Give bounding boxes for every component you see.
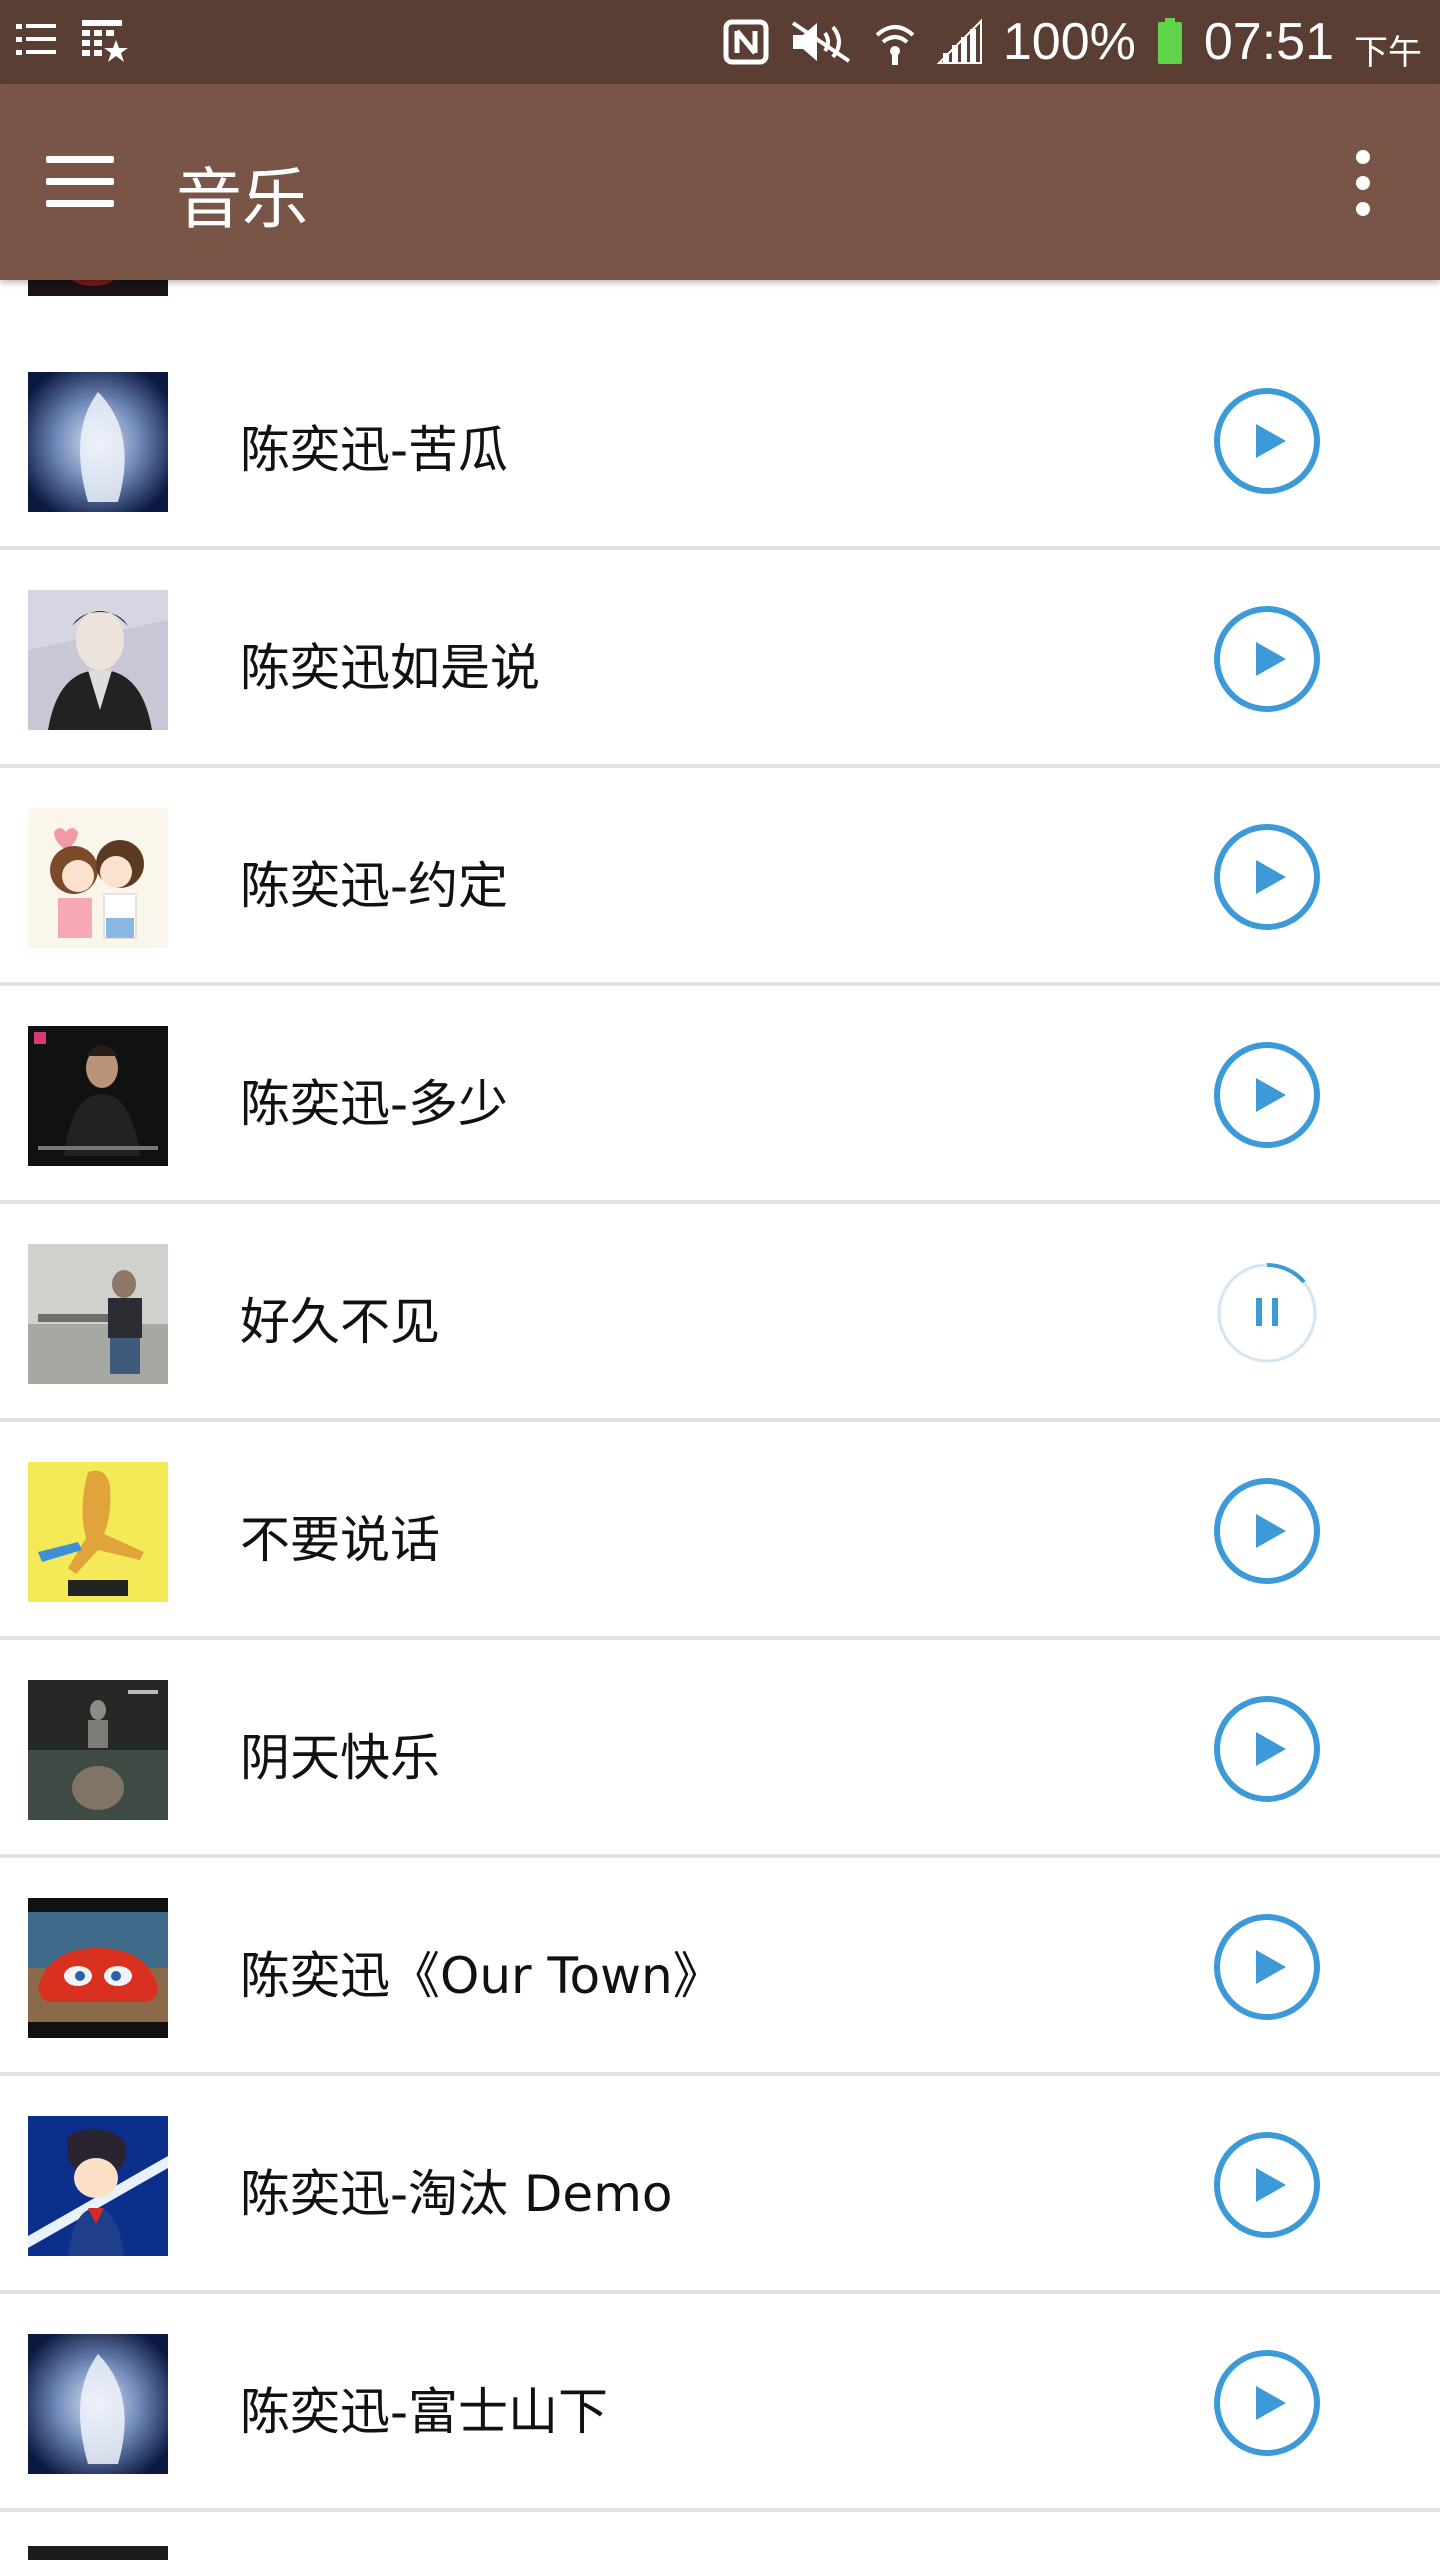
album-thumbnail — [28, 372, 168, 512]
song-title: 陈奕迅-约定 — [240, 857, 509, 915]
song-title: 陈奕迅-富士山下 — [240, 2383, 609, 2441]
calendar-star-icon — [82, 20, 128, 62]
album-thumbnail — [28, 1462, 168, 1602]
list-item[interactable]: 陈奕迅-约定 — [0, 768, 1440, 986]
song-title: 好久不见 — [240, 1293, 440, 1351]
album-thumbnail — [28, 1898, 168, 2038]
song-title: 不要说话 — [240, 1511, 440, 1569]
clock: 07:51 — [1203, 13, 1334, 71]
list-item[interactable]: 陈奕迅-富士山下 — [0, 2294, 1440, 2512]
play-icon[interactable] — [1214, 1696, 1320, 1802]
album-thumbnail — [28, 590, 168, 730]
list-item[interactable]: 陈奕迅如是说 — [0, 550, 1440, 768]
play-icon[interactable] — [1214, 824, 1320, 930]
album-thumbnail — [28, 2334, 168, 2474]
list-icon — [16, 24, 56, 55]
page-title: 音乐 — [176, 161, 308, 238]
list-item[interactable]: 陈奕迅-多少 — [0, 986, 1440, 1204]
list-item[interactable]: 陈奕迅《Our Town》 — [0, 1858, 1440, 2076]
mute-icon — [791, 21, 850, 63]
album-thumbnail — [28, 2116, 168, 2256]
play-icon[interactable] — [1214, 606, 1320, 712]
play-icon[interactable] — [1214, 2350, 1320, 2456]
list-item[interactable]: 不要说话 — [0, 1422, 1440, 1640]
hamburger-menu-icon[interactable] — [46, 156, 114, 208]
app-toolbar: 音乐 — [0, 84, 1440, 280]
play-icon[interactable] — [1214, 388, 1320, 494]
battery-icon — [1157, 18, 1182, 64]
song-title: 陈奕迅如是说 — [240, 639, 540, 697]
pause-loading-icon[interactable] — [1214, 1260, 1320, 1366]
list-item[interactable]: 阴天快乐 — [0, 1640, 1440, 1858]
song-title: 陈奕迅-多少 — [240, 1075, 509, 1133]
play-icon[interactable] — [1214, 1042, 1320, 1148]
battery-percent: 100% — [1002, 13, 1136, 71]
song-title: 陈奕迅-淘汰 Demo — [240, 2165, 673, 2223]
play-icon[interactable] — [1214, 2132, 1320, 2238]
play-icon[interactable] — [1214, 1478, 1320, 1584]
song-title: 陈奕迅-苦瓜 — [240, 421, 509, 479]
album-thumbnail — [28, 808, 168, 948]
list-item[interactable]: 好久不见 — [0, 1204, 1440, 1422]
status-bar: 100% 07:51 下午 — [0, 0, 1440, 84]
album-thumbnail — [28, 2546, 168, 2560]
list-item[interactable]: 陈奕迅-苦瓜 — [0, 332, 1440, 550]
clock-ampm: 下午 — [1354, 33, 1422, 72]
signal-icon — [936, 19, 982, 64]
list-item[interactable]: 陈奕迅-淘汰 Demo — [0, 2076, 1440, 2294]
song-title: 阴天快乐 — [240, 1729, 440, 1787]
album-thumbnail — [28, 1680, 168, 1820]
nfc-icon — [723, 19, 769, 65]
song-title: 陈奕迅《Our Town》 — [240, 1947, 723, 2005]
wifi-icon — [875, 25, 915, 65]
play-icon[interactable] — [1214, 1914, 1320, 2020]
album-thumbnail — [28, 1026, 168, 1166]
album-thumbnail — [28, 1244, 168, 1384]
more-vertical-icon[interactable] — [1346, 148, 1380, 218]
